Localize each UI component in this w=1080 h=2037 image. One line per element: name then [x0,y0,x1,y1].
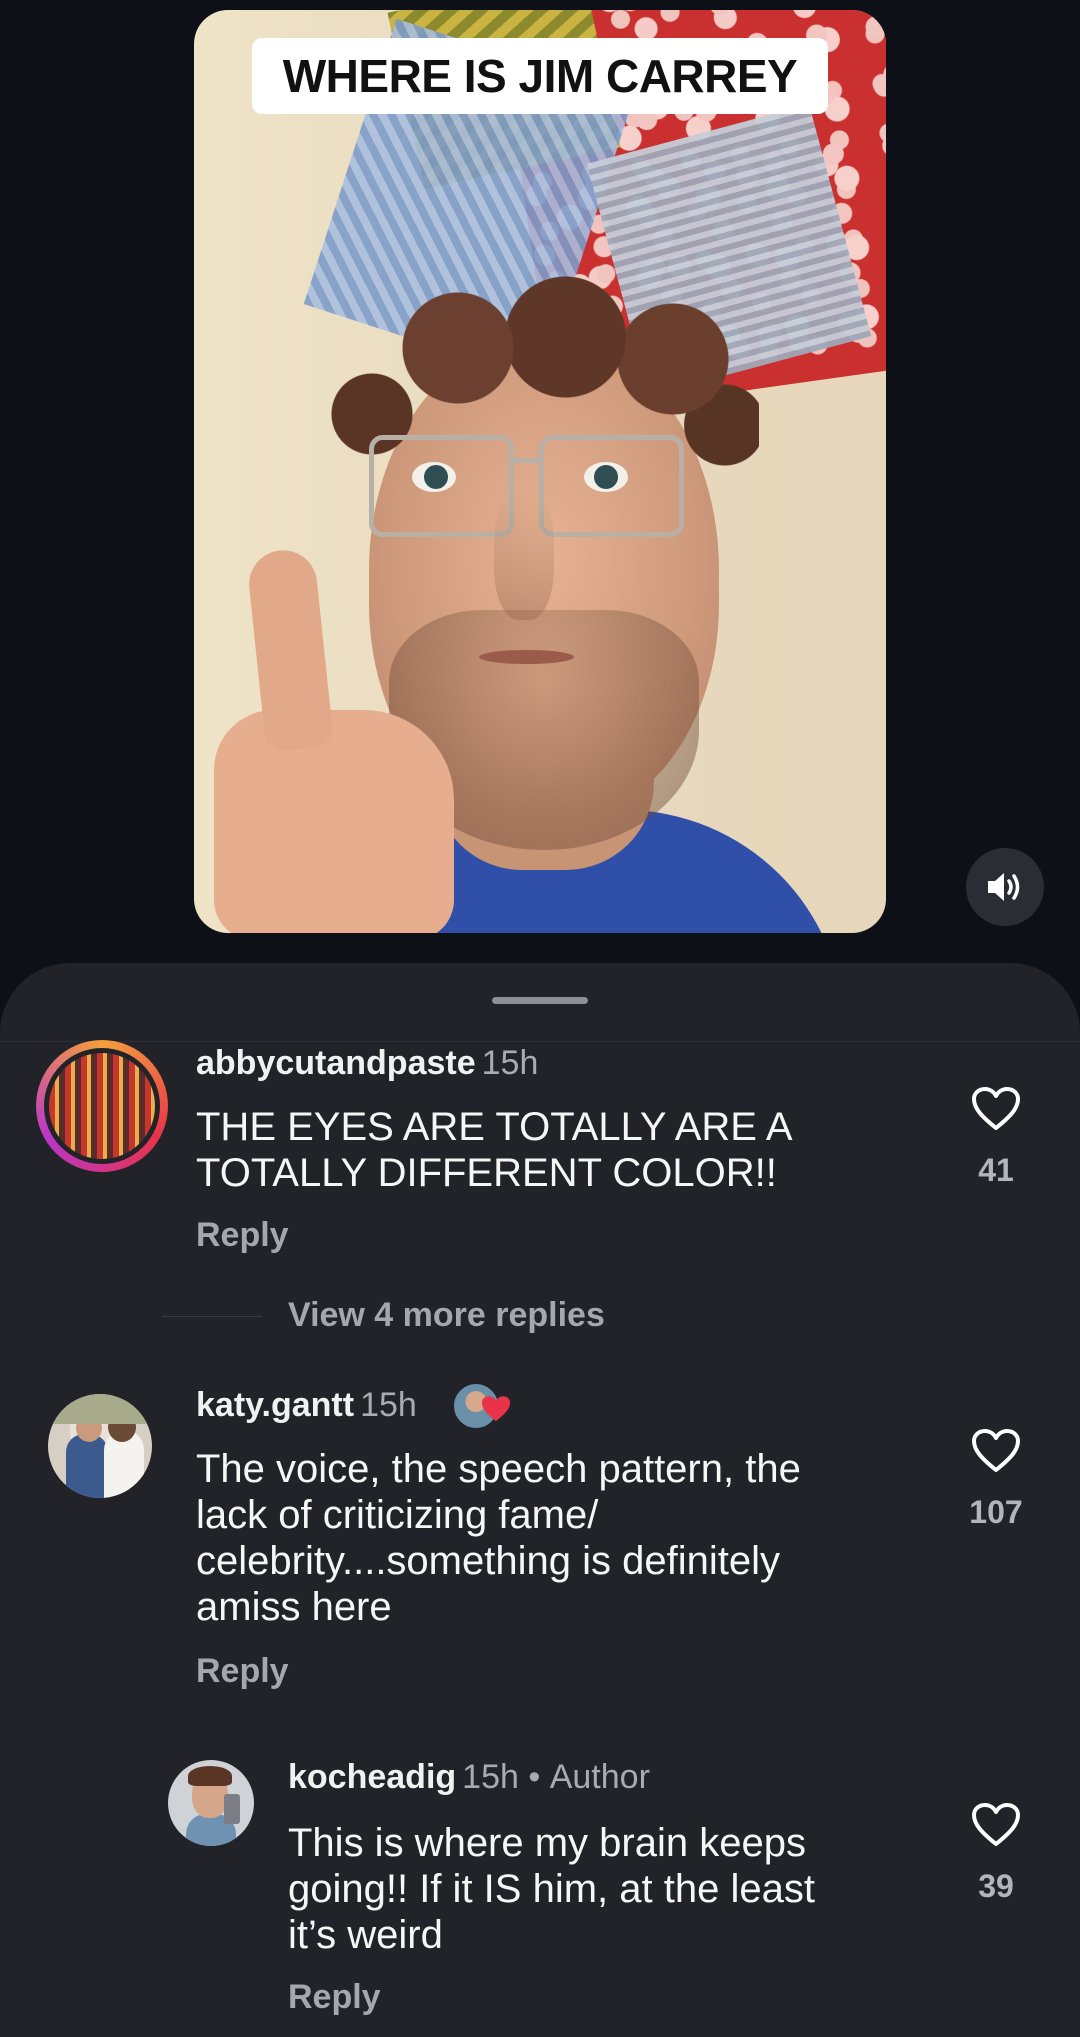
comment-line: it’s weird [288,1913,443,1957]
creator-liked-badge [452,1380,522,1430]
mute-button[interactable] [966,848,1044,926]
reply-button[interactable]: Reply [288,1978,381,2017]
username-text[interactable]: kocheadig [288,1758,456,1796]
avatar-kocheadig[interactable] [168,1760,254,1846]
comment-line: TOTALLY DIFFERENT COLOR!! [196,1151,777,1195]
like-count: 39 [978,1868,1014,1904]
heart-icon[interactable] [971,1802,1021,1848]
comment-text: The voice, the speech pattern, the lack … [196,1446,801,1630]
comment-text: THE EYES ARE TOTALLY ARE A TOTALLY DIFFE… [196,1104,793,1196]
comment-line: This is where my brain keeps [288,1821,806,1865]
speaker-icon [988,873,1020,901]
video-player[interactable]: WHERE IS JIM CARREY [194,10,886,933]
person-mouth [479,650,574,664]
comment-time: 15h [481,1044,539,1082]
meta-separator: • [528,1758,541,1796]
comment-line: The voice, the speech pattern, the [196,1447,801,1491]
drag-handle[interactable] [492,997,588,1004]
comment-username[interactable]: katy.gantt 15h [196,1386,417,1425]
heart-icon[interactable] [971,1428,1021,1474]
avatar-katy-gantt[interactable] [48,1394,152,1498]
comment-line: lack of criticizing fame/ [196,1493,599,1537]
heart-icon[interactable] [971,1086,1021,1132]
person-nose [494,490,554,620]
comment-line: amiss here [196,1585,392,1629]
glasses-lens-right [539,435,684,537]
person-hand [214,710,454,933]
comment-text: This is where my brain keeps going!! If … [288,1820,815,1958]
comment-username[interactable]: kocheadig 15h • Author [288,1758,650,1797]
comment-time: 15h [360,1386,417,1424]
glasses-bridge [512,458,542,463]
like-count: 41 [978,1152,1014,1188]
comment-line: going!! If it IS him, at the least [288,1867,815,1911]
view-more-replies-button[interactable]: View 4 more replies [288,1296,605,1335]
username-text[interactable]: abbycutandpaste [196,1044,476,1082]
comment-line: THE EYES ARE TOTALLY ARE A [196,1105,793,1149]
comment-time: 15h [462,1758,519,1796]
comment-username[interactable]: abbycutandpaste 15h [196,1044,538,1083]
like-count: 107 [969,1494,1023,1530]
video-caption-overlay: WHERE IS JIM CARREY [252,38,828,114]
heart-filled-icon [481,1396,511,1422]
author-badge: Author [549,1758,650,1796]
reply-button[interactable]: Reply [196,1652,289,1691]
glasses-lens-left [369,435,514,537]
replies-line [162,1316,262,1317]
avatar-abbycutandpaste[interactable] [36,1040,168,1172]
username-text[interactable]: katy.gantt [196,1386,354,1424]
reply-button[interactable]: Reply [196,1216,289,1255]
sheet-divider [0,1041,1080,1042]
comment-line: celebrity....something is definitely [196,1539,780,1583]
